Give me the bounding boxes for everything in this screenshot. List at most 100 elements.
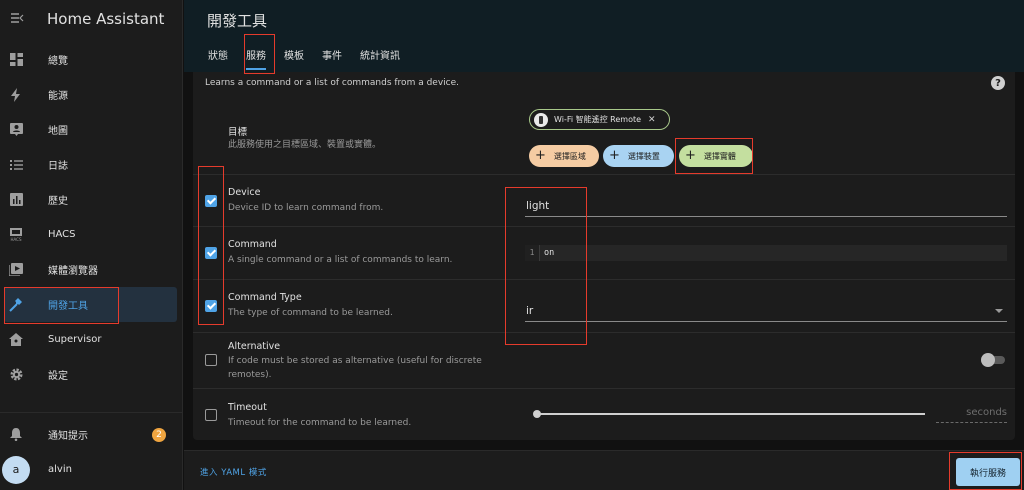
tab-services[interactable]: 服務 — [246, 44, 266, 70]
svg-text:HACS: HACS — [10, 237, 21, 242]
sidebar-item-label: 能源 — [48, 91, 68, 102]
map-account-icon — [9, 123, 23, 137]
sidebar: Home Assistant 總覽 能源 地圖 日誌 歷史 HACS HACS … — [0, 0, 183, 490]
sidebar-item-history[interactable]: 歷史 — [0, 182, 182, 217]
sidebar-item-label: 歷史 — [48, 196, 68, 207]
alternative-checkbox[interactable] — [205, 354, 217, 366]
add-entity-label: 選擇實體 — [703, 151, 736, 161]
alternative-field-row: Alternative If code must be stored as al… — [193, 332, 1015, 388]
top-app-bar: 開發工具 狀態 服務 模板 事件 統計資訊 — [184, 0, 1024, 72]
menu-collapse-icon[interactable] — [10, 11, 26, 27]
command-type-value: ir — [526, 305, 534, 317]
service-description: Learns a command or a list of commands f… — [205, 78, 459, 88]
sidebar-item-supervisor[interactable]: Supervisor — [0, 322, 182, 357]
command-type-label: Command Type — [228, 292, 302, 303]
sidebar-item-label: HACS — [48, 229, 76, 240]
command-type-field-row: Command Type The type of command to be l… — [193, 279, 1015, 332]
sidebar-item-label: 設定 — [48, 371, 68, 382]
add-device-label: 選擇裝置 — [627, 151, 660, 161]
command-code-editor[interactable]: 1 on — [525, 245, 1007, 261]
command-code-value: on — [544, 248, 555, 258]
command-description: A single command or a list of commands t… — [228, 255, 453, 265]
add-area-label: 選擇區域 — [553, 151, 586, 161]
sidebar-item-energy[interactable]: 能源 — [0, 77, 182, 112]
plus-icon: + — [685, 148, 696, 163]
yaml-mode-link[interactable]: 進入 YAML 模式 — [200, 466, 267, 478]
sidebar-item-label: 總覽 — [48, 56, 68, 67]
alternative-description: If code must be stored as alternative (u… — [228, 356, 482, 380]
device-input[interactable]: light — [525, 195, 1007, 217]
tab-templates[interactable]: 模板 — [284, 44, 304, 70]
sidebar-item-label: 媒體瀏覽器 — [48, 266, 98, 277]
tab-events[interactable]: 事件 — [322, 44, 342, 70]
hammer-icon — [9, 297, 23, 312]
service-card: Learns a command or a list of commands f… — [193, 72, 1015, 440]
sidebar-item-settings[interactable]: 設定 — [0, 357, 182, 392]
slider-thumb[interactable] — [533, 410, 541, 418]
sidebar-item-label: 開發工具 — [48, 301, 88, 312]
main-content: Learns a command or a list of commands f… — [184, 72, 1024, 450]
sidebar-header: Home Assistant — [0, 0, 182, 38]
sidebar-item-logbook[interactable]: 日誌 — [0, 147, 182, 182]
timeout-slider[interactable] — [533, 409, 925, 419]
command-checkbox[interactable] — [205, 247, 217, 259]
device-label: Device — [228, 187, 261, 198]
chevron-down-icon — [995, 309, 1003, 313]
timeout-description: Timeout for the command to be learned. — [228, 418, 412, 428]
slider-rail — [536, 413, 925, 415]
sidebar-item-label: 地圖 — [48, 126, 68, 137]
home-assistant-icon — [9, 333, 23, 347]
command-type-description: The type of command to be learned. — [228, 308, 393, 318]
device-checkbox[interactable] — [205, 195, 217, 207]
sidebar-item-label: 通知提示 — [48, 431, 88, 442]
device-description: Device ID to learn command from. — [228, 203, 384, 213]
sidebar-item-label: 日誌 — [48, 161, 68, 172]
sidebar-item-devtools[interactable]: 開發工具 — [4, 287, 177, 322]
sidebar-item-overview[interactable]: 總覽 — [0, 42, 182, 77]
command-type-checkbox[interactable] — [205, 300, 217, 312]
entity-chip-label: Wi-Fi 智能遙控 Remote — [554, 115, 642, 124]
play-box-icon — [9, 263, 23, 277]
add-area-button[interactable]: + 選擇區域 — [529, 145, 599, 167]
alternative-label: Alternative — [228, 341, 281, 352]
sidebar-item-media[interactable]: 媒體瀏覽器 — [0, 252, 182, 287]
avatar: a — [2, 455, 30, 484]
tab-states[interactable]: 狀態 — [208, 44, 228, 70]
sidebar-item-notifications[interactable]: 通知提示 2 — [0, 417, 182, 452]
add-entity-button[interactable]: + 選擇實體 — [679, 145, 753, 167]
gear-icon — [9, 368, 23, 382]
target-label: 目標 — [228, 127, 248, 138]
add-device-button[interactable]: + 選擇裝置 — [603, 145, 674, 167]
selected-entity-chip[interactable]: Wi-Fi 智能遙控 Remote ✕ — [529, 109, 670, 130]
lightning-icon — [9, 87, 23, 102]
device-field-row: Device Device ID to learn command from. … — [193, 174, 1015, 226]
sidebar-item-user[interactable]: a alvin — [0, 452, 182, 487]
timeout-field-row: Timeout Timeout for the command to be le… — [193, 388, 1015, 438]
dashboard-icon — [9, 53, 23, 67]
run-service-button[interactable]: 執行服務 — [956, 458, 1020, 486]
action-bar: 進入 YAML 模式 執行服務 — [184, 450, 1024, 490]
help-icon[interactable]: ? — [991, 76, 1005, 90]
sidebar-item-map[interactable]: 地圖 — [0, 112, 182, 147]
command-label: Command — [228, 239, 277, 250]
sidebar-item-label: Supervisor — [48, 334, 102, 345]
page-title: 開發工具 — [207, 12, 268, 30]
sidebar-item-hacs[interactable]: HACS HACS — [0, 217, 182, 252]
target-row: 目標 此服務使用之目標區域、裝置或實體。 Wi-Fi 智能遙控 Remote ✕… — [193, 104, 1015, 174]
sidebar-nav: 總覽 能源 地圖 日誌 歷史 HACS HACS 媒體瀏覽器 開發工具 Supe… — [0, 42, 182, 487]
plus-icon: + — [535, 148, 546, 163]
timeout-label: Timeout — [228, 402, 267, 413]
toggle-knob — [981, 353, 995, 367]
alternative-toggle[interactable] — [981, 353, 1007, 367]
tab-statistics[interactable]: 統計資訊 — [360, 44, 400, 70]
remote-icon — [534, 112, 548, 127]
plus-icon: + — [609, 148, 620, 163]
list-icon — [9, 158, 23, 172]
close-icon[interactable]: ✕ — [648, 115, 656, 125]
sidebar-divider — [0, 412, 182, 413]
command-field-row: Command A single command or a list of co… — [193, 226, 1015, 279]
notification-count-badge: 2 — [152, 427, 166, 442]
timeout-seconds-input[interactable]: seconds — [936, 403, 1007, 423]
command-type-select[interactable]: ir — [525, 300, 1007, 322]
timeout-checkbox[interactable] — [205, 409, 217, 421]
